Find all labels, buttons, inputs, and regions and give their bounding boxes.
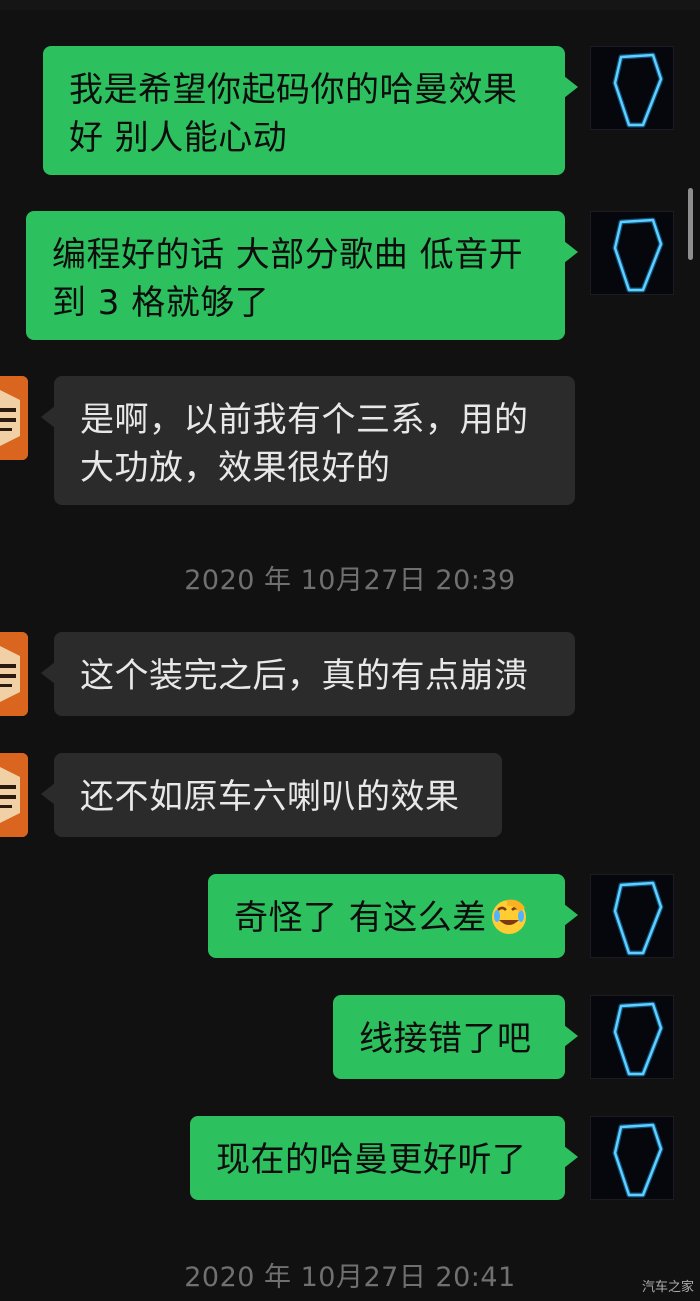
message-text: 奇怪了 有这么差 [234,898,487,938]
message-line: 到 3 格就够了 [52,283,270,323]
orange-badge-logo [0,632,28,716]
message-bubble-outgoing[interactable]: 现在的哈曼更好听了 [190,1116,578,1200]
message-line: 线接错了吧 [359,1019,532,1059]
orange-badge-logo [0,376,28,460]
chat-timestamp: 2020 年 10月27日 20:41 [184,1262,516,1293]
my-avatar[interactable] [590,874,674,958]
face-palm-crying-emoji [491,899,526,934]
message-bubble-incoming[interactable]: 还不如原车六喇叭的效果 [41,753,502,837]
message-line: 这个装完之后，真的有点崩溃 [80,656,529,696]
message-bubble-outgoing[interactable]: 线接错了吧 [333,995,578,1079]
chat-screen: 我是希望你起码你的哈曼效果 好 别人能心动 编程好的话 大部分歌曲 低音开 到 … [0,0,700,1301]
my-avatar[interactable] [590,46,674,130]
message-line: 好 别人能心动 [69,118,288,158]
contact-avatar[interactable] [0,753,28,837]
neon-coffin-icon [612,1122,664,1198]
neon-coffin-icon [612,217,664,293]
message-line: 我是希望你起码你的哈曼效果 [69,70,518,110]
chat-timestamp: 2020 年 10月27日 20:39 [184,565,516,596]
message-line: 还不如原车六喇叭的效果 [80,777,460,817]
top-edge [0,0,700,10]
my-avatar[interactable] [590,1116,674,1200]
scrollbar[interactable] [688,188,693,260]
neon-coffin-icon [612,1001,664,1077]
message-bubble-outgoing[interactable]: 奇怪了 有这么差 [208,874,578,958]
message-line: 是啊，以前我有个三系，用的 [80,400,529,440]
message-bubble-outgoing[interactable]: 编程好的话 大部分歌曲 低音开 到 3 格就够了 [26,211,578,340]
message-bubble-incoming[interactable]: 是啊，以前我有个三系，用的 大功放，效果很好的 [41,376,575,505]
message-bubble-outgoing[interactable]: 我是希望你起码你的哈曼效果 好 别人能心动 [43,46,578,175]
contact-avatar[interactable] [0,376,28,460]
message-line: 奇怪了 有这么差 [234,894,539,942]
my-avatar[interactable] [590,995,674,1079]
contact-avatar[interactable] [0,632,28,716]
orange-badge-logo [0,753,28,837]
neon-coffin-icon [612,52,664,128]
message-line: 现在的哈曼更好听了 [216,1140,527,1180]
my-avatar[interactable] [590,211,674,295]
message-bubble-incoming[interactable]: 这个装完之后，真的有点崩溃 [41,632,575,716]
watermark: 汽车之家 [641,1280,694,1295]
message-line: 大功放，效果很好的 [80,448,391,488]
neon-coffin-icon [612,880,664,956]
message-line: 编程好的话 大部分歌曲 低音开 [52,235,524,275]
